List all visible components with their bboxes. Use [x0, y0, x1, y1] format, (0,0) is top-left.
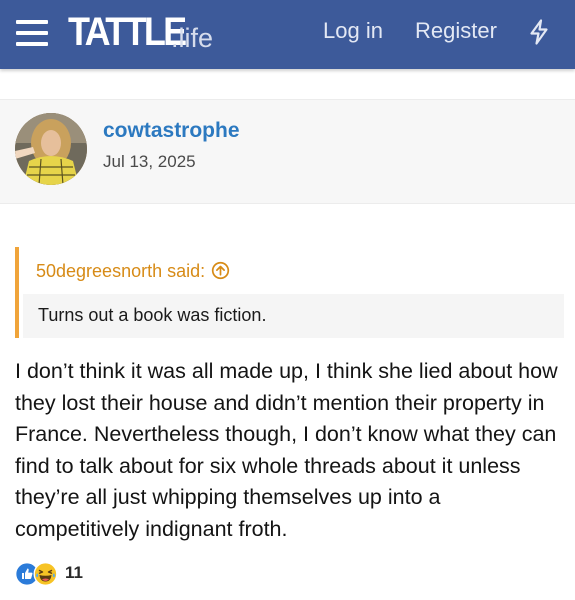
quote-author-said: 50degreesnorth said: [36, 261, 206, 281]
circle-arrow-up-icon[interactable] [211, 261, 230, 280]
logo-suffix: .life [171, 23, 214, 53]
site-logo[interactable]: TATTLE .life [68, 10, 213, 54]
lightning-bolt-icon[interactable] [528, 19, 550, 45]
post-date[interactable]: Jul 13, 2025 [103, 152, 196, 172]
avatar-image [15, 113, 87, 185]
quote-block: 50degreesnorth said: Turns out a book wa… [15, 247, 564, 338]
quote-header[interactable]: 50degreesnorth said: [36, 261, 230, 282]
post-user-block [0, 99, 575, 204]
logo-wordmark: TATTLE [68, 10, 187, 54]
quote-text: Turns out a book was fiction. [38, 305, 267, 325]
post-message: I don’t think it was all made up, I thin… [15, 359, 558, 541]
user-avatar[interactable] [15, 113, 87, 185]
login-link[interactable]: Log in [323, 18, 383, 44]
post-author-name[interactable]: cowtastrophe [103, 119, 240, 143]
reaction-count: 11 [65, 563, 83, 582]
register-link[interactable]: Register [415, 18, 497, 44]
quote-body: Turns out a book was fiction. [23, 294, 564, 338]
top-navigation-bar: TATTLE .life Log in Register [0, 0, 575, 69]
hamburger-menu-icon[interactable] [16, 18, 48, 48]
laughing-emoji-icon [33, 562, 58, 586]
